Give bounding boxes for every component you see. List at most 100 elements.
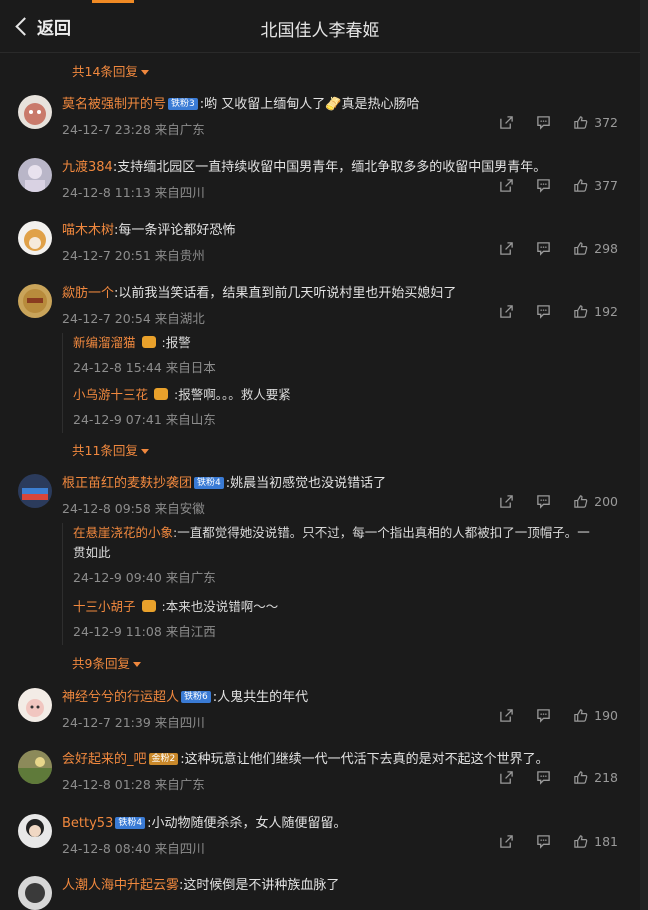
like-count: 192 <box>594 304 618 319</box>
reply-item: 小乌游十三花 :报警啊。。。救人要紧 24-12-9 07:41 来自山东 <box>73 385 631 428</box>
share-icon[interactable] <box>499 178 514 193</box>
comment-text: :姚晨当初感觉也没说错话了 <box>225 476 387 491</box>
comment-text: :支持缅北园区一直持续收留中国男青年，缅北争取多多的收留中国男青年。 <box>112 160 547 175</box>
avatar[interactable] <box>18 474 52 508</box>
comment-text-line: Betty53 铁粉4:小动物随便杀杀，女人随便留留。 <box>62 814 628 833</box>
comment-icon[interactable] <box>536 834 551 849</box>
comment-text-line: 九渡384:支持缅北园区一直持续收留中国男青年，缅北争取多多的收留中国男青年。 <box>62 158 628 177</box>
fan-badge: 铁粉4 <box>115 817 146 829</box>
avatar[interactable] <box>18 284 52 318</box>
comment-text: :小动物随便杀杀，女人随便留留。 <box>147 816 347 831</box>
reply-meta: 24-12-9 11:08 来自江西 <box>73 624 216 639</box>
crown-badge-icon <box>141 600 156 612</box>
comment-text-line: 人潮人海中升起云雾:这时候倒是不讲种族血脉了 <box>62 876 628 895</box>
username[interactable]: 人潮人海中升起云雾 <box>62 878 179 893</box>
avatar[interactable] <box>18 750 52 784</box>
avatar[interactable] <box>18 876 52 910</box>
comment-icon[interactable] <box>536 115 551 130</box>
share-icon[interactable] <box>499 115 514 130</box>
reply-thread: 新编溜溜猫 :报警 24-12-8 15:44 来自日本 小乌游十三花 :报警啊… <box>62 333 631 433</box>
like-icon[interactable] <box>573 178 588 193</box>
username[interactable]: 会好起来的_吧 <box>62 752 147 767</box>
avatar[interactable] <box>18 814 52 848</box>
share-icon[interactable] <box>499 708 514 723</box>
reply-item: 新编溜溜猫 :报警 24-12-8 15:44 来自日本 <box>73 333 631 376</box>
username[interactable]: Betty53 <box>62 816 113 831</box>
comment-actions: 192 <box>477 304 618 319</box>
comment-icon[interactable] <box>536 178 551 193</box>
reply-text: :一直都觉得她没说错。只不过，每一个指出真相的人都被扣了一顶帽子。一 <box>173 525 590 540</box>
share-icon[interactable] <box>499 770 514 785</box>
comment-text: :以前我当笑话看，结果直到前几天听说村里也开始买媳妇了 <box>114 286 457 301</box>
like-icon[interactable] <box>573 708 588 723</box>
more-replies-link[interactable]: 共11条回复 <box>72 440 149 459</box>
comment-icon[interactable] <box>536 708 551 723</box>
share-icon[interactable] <box>499 494 514 509</box>
top-more-replies[interactable]: 共14条回复 <box>72 61 149 80</box>
reply-username[interactable]: 新编溜溜猫 <box>73 335 136 350</box>
like-icon[interactable] <box>573 494 588 509</box>
comment-actions: 298 <box>477 241 618 256</box>
comment-actions: 200 <box>477 494 618 509</box>
like-icon[interactable] <box>573 834 588 849</box>
comment-icon[interactable] <box>536 770 551 785</box>
like-icon[interactable] <box>573 770 588 785</box>
like-icon[interactable] <box>573 304 588 319</box>
fan-badge: 铁粉3 <box>168 98 198 110</box>
reply-text: :报警啊。。。救人要紧 <box>173 387 291 402</box>
share-icon[interactable] <box>499 304 514 319</box>
comment-text: :每一条评论都好恐怖 <box>114 223 236 238</box>
username[interactable]: 歘肪一个 <box>62 286 114 301</box>
comment-text-line: 根正苗红的麦麸抄袭团 铁粉4:姚晨当初感觉也没说错话了 <box>62 474 628 493</box>
reply-meta: 24-12-8 15:44 来自日本 <box>73 360 216 375</box>
like-count: 298 <box>594 241 618 256</box>
avatar[interactable] <box>18 688 52 722</box>
comment-actions: 181 <box>477 834 618 849</box>
comment-meta: 24-12-7 20:54 来自湖北 <box>62 311 205 326</box>
username[interactable]: 喵木木树 <box>62 223 114 238</box>
crown-badge-icon <box>141 336 156 348</box>
fan-badge: 铁粉4 <box>194 477 224 489</box>
username[interactable]: 根正苗红的麦麸抄袭团 <box>62 476 192 491</box>
like-count: 377 <box>594 178 618 193</box>
crown-badge-icon <box>154 388 168 400</box>
share-icon[interactable] <box>499 241 514 256</box>
like-count: 200 <box>594 494 618 509</box>
comment-meta: 24-12-7 20:51 来自贵州 <box>62 248 205 263</box>
comment-icon[interactable] <box>536 241 551 256</box>
comment-text: :这时候倒是不讲种族血脉了 <box>179 878 340 893</box>
reply-item: 十三小胡子 :本来也没说错啊～～ 24-12-9 11:08 来自江西 <box>73 597 631 640</box>
caret-down-icon <box>132 662 141 667</box>
scrollbar-track[interactable] <box>640 0 648 910</box>
username[interactable]: 九渡384 <box>62 160 113 175</box>
fan-badge: 铁粉6 <box>181 691 211 703</box>
comment-actions: 372 <box>477 115 618 130</box>
caret-down-icon <box>140 70 149 75</box>
avatar[interactable] <box>18 158 52 192</box>
like-icon[interactable] <box>573 115 588 130</box>
comment-icon[interactable] <box>536 494 551 509</box>
reply-thread: 在悬崖浇花的小象:一直都觉得她没说错。只不过，每一个指出真相的人都被扣了一顶帽子… <box>62 523 631 645</box>
caret-down-icon <box>140 449 149 454</box>
avatar[interactable] <box>18 95 52 129</box>
comment-meta: 24-12-7 23:28 来自广东 <box>62 122 205 137</box>
comment-icon[interactable] <box>536 304 551 319</box>
reply-username[interactable]: 在悬崖浇花的小象 <box>73 525 173 540</box>
more-replies-link[interactable]: 共9条回复 <box>72 653 141 672</box>
reply-text: :报警 <box>161 335 191 350</box>
share-icon[interactable] <box>499 834 514 849</box>
username[interactable]: 神经兮兮的行运超人 <box>62 690 179 705</box>
comment-meta: 24-12-8 11:13 来自四川 <box>62 185 205 200</box>
like-icon[interactable] <box>573 241 588 256</box>
comment-text-line: 神经兮兮的行运超人 铁粉6:人鬼共生的年代 <box>62 688 628 707</box>
comment-text-line: 会好起来的_吧 金粉2:这种玩意让他们继续一代一代活下去真的是对不起这个世界了。 <box>62 750 628 769</box>
like-count: 190 <box>594 708 618 723</box>
comment-text-line: 歘肪一个:以前我当笑话看，结果直到前几天听说村里也开始买媳妇了 <box>62 284 628 303</box>
reply-username[interactable]: 小乌游十三花 <box>73 387 148 402</box>
username[interactable]: 莫名被强制开的号 <box>62 97 166 112</box>
avatar[interactable] <box>18 221 52 255</box>
fan-badge: 金粉2 <box>148 753 179 765</box>
comment-actions: 218 <box>477 770 618 785</box>
comment-text-line: 喵木木树:每一条评论都好恐怖 <box>62 221 628 240</box>
reply-username[interactable]: 十三小胡子 <box>73 599 136 614</box>
